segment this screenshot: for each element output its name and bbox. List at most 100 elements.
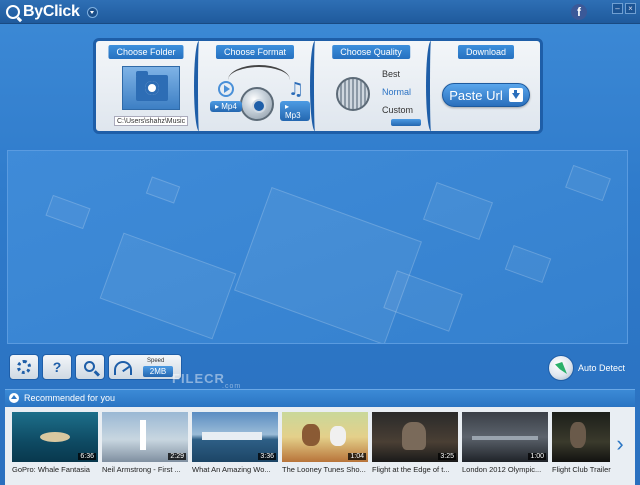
help-icon: ? <box>52 359 62 375</box>
quality-option-best[interactable]: Best <box>382 69 400 79</box>
search-button[interactable] <box>75 354 105 380</box>
choose-folder-section: Choose Folder C:\Users\shahz\Music <box>96 41 196 131</box>
video-card[interactable]: 1:00 London 2012 Olympic... <box>462 412 548 474</box>
video-thumbnail[interactable]: 1:00 <box>462 412 548 462</box>
video-title[interactable]: London 2012 Olympic... <box>462 465 548 474</box>
quality-option-normal[interactable]: Normal <box>382 87 411 97</box>
app-title: ByClick <box>23 3 80 20</box>
video-duration: 3:36 <box>258 453 276 460</box>
downloads-area <box>7 150 628 344</box>
background-tile <box>99 232 237 340</box>
watermark: FILECR .com <box>172 371 241 390</box>
music-folder-icon <box>136 71 168 101</box>
video-duration: 3:25 <box>438 453 456 460</box>
stadium-shape <box>472 436 538 440</box>
choose-quality-section: Choose Quality Best Normal Custom <box>316 41 426 131</box>
background-tile <box>422 181 494 241</box>
format-selector-knob[interactable] <box>240 87 274 121</box>
background-tile <box>145 176 181 204</box>
format-mp4-label: Mp4 <box>221 102 237 111</box>
byclick-logo-icon <box>6 5 20 19</box>
auto-detect-icon <box>548 355 574 381</box>
music-note-icon[interactable]: ♫ <box>288 79 304 100</box>
background-tile <box>504 244 552 284</box>
help-button[interactable]: ? <box>42 354 72 380</box>
recommended-header[interactable]: Recommended for you <box>5 389 635 406</box>
video-card[interactable]: 1:04 The Looney Tunes Sho... <box>282 412 368 474</box>
recommended-videos: 6:36 GoPro: Whale Fantasia 2:29 Neil Arm… <box>5 407 635 485</box>
video-title[interactable]: Flight at the Edge of t... <box>372 465 458 474</box>
title-bar: ByClick f – × <box>0 0 640 24</box>
whale-shape <box>40 432 70 442</box>
custom-quality-slider[interactable] <box>391 119 421 126</box>
background-tile <box>45 194 91 230</box>
video-thumbnail[interactable] <box>552 412 610 462</box>
speed-label: Speed <box>147 358 165 364</box>
video-title[interactable]: GoPro: Whale Fantasia <box>12 465 98 474</box>
app-logo: ByClick <box>6 3 98 21</box>
search-icon <box>83 360 95 372</box>
video-card[interactable]: 3:25 Flight at the Edge of t... <box>372 412 458 474</box>
chevron-right-icon[interactable]: › <box>613 430 627 458</box>
video-card[interactable]: 6:36 GoPro: Whale Fantasia <box>12 412 98 474</box>
recommended-title: Recommended for you <box>24 393 116 403</box>
cartoon-shape <box>302 424 320 446</box>
window-controls: – × <box>612 3 636 14</box>
choose-folder-title: Choose Folder <box>108 45 184 59</box>
auto-detect-label: Auto Detect <box>578 363 626 373</box>
speedometer-icon <box>114 361 132 375</box>
folder-path-field[interactable]: C:\Users\shahz\Music <box>114 116 188 126</box>
video-card[interactable]: Flight Club Trailer <box>552 412 612 474</box>
minimize-button[interactable]: – <box>612 3 623 14</box>
video-thumbnail[interactable]: 1:04 <box>282 412 368 462</box>
video-card[interactable]: 2:29 Neil Armstrong - First ... <box>102 412 188 474</box>
choose-folder-button[interactable] <box>122 66 180 110</box>
download-options-panel: Choose Folder C:\Users\shahz\Music Choos… <box>93 38 543 134</box>
speed-limit-button[interactable]: Speed 2MB <box>108 354 182 380</box>
download-section: Download Paste Url <box>432 41 540 131</box>
paste-url-button[interactable]: Paste Url <box>442 83 530 107</box>
background-tile <box>565 164 611 202</box>
download-title: Download <box>457 45 515 59</box>
auto-detect-toggle[interactable]: Auto Detect <box>548 355 625 381</box>
video-thumbnail[interactable]: 2:29 <box>102 412 188 462</box>
video-thumbnail[interactable]: 6:36 <box>12 412 98 462</box>
person-shape <box>570 422 586 448</box>
video-card[interactable]: 3:36 What An Amazing Wo... <box>192 412 278 474</box>
speed-value: 2MB <box>143 366 173 377</box>
iceberg-shape <box>202 432 262 440</box>
video-title[interactable]: The Looney Tunes Sho... <box>282 465 368 474</box>
gear-icon <box>17 360 31 374</box>
byclick-window: ByClick f – × Choose Folder C:\Users\sha… <box>0 0 640 485</box>
video-title[interactable]: Neil Armstrong - First ... <box>102 465 188 474</box>
choose-quality-title: Choose Quality <box>332 45 410 59</box>
video-thumbnail[interactable]: 3:25 <box>372 412 458 462</box>
format-option-mp3[interactable]: ▸ Mp3 <box>280 101 310 121</box>
cartoon-shape <box>330 426 346 446</box>
watermark-text: FILECR <box>172 371 225 386</box>
format-option-mp4[interactable]: ▸ Mp4 <box>210 101 242 112</box>
facebook-icon[interactable]: f <box>571 4 587 20</box>
rocket-shape <box>140 420 146 450</box>
video-duration: 1:04 <box>348 453 366 460</box>
collapse-icon[interactable] <box>9 393 19 403</box>
close-button[interactable]: × <box>625 3 636 14</box>
choose-format-title: Choose Format <box>215 45 295 59</box>
app-menu-button[interactable] <box>86 6 98 18</box>
settings-button[interactable] <box>9 354 39 380</box>
video-thumbnail[interactable]: 3:36 <box>192 412 278 462</box>
download-arrow-icon <box>508 88 523 102</box>
person-shape <box>402 422 426 450</box>
paste-url-label: Paste Url <box>449 87 503 103</box>
video-title[interactable]: What An Amazing Wo... <box>192 465 278 474</box>
video-title[interactable]: Flight Club Trailer <box>552 465 612 474</box>
background-tile <box>383 270 463 332</box>
video-play-icon[interactable] <box>218 81 234 97</box>
quality-option-custom[interactable]: Custom <box>382 105 413 115</box>
video-duration: 1:00 <box>528 453 546 460</box>
quality-knob[interactable] <box>336 77 370 111</box>
choose-format-section: Choose Format ♫ ▸ Mp4 ▸ Mp3 <box>200 41 310 131</box>
video-duration: 2:29 <box>168 453 186 460</box>
video-duration: 6:36 <box>78 453 96 460</box>
format-mp3-label: Mp3 <box>285 111 301 120</box>
